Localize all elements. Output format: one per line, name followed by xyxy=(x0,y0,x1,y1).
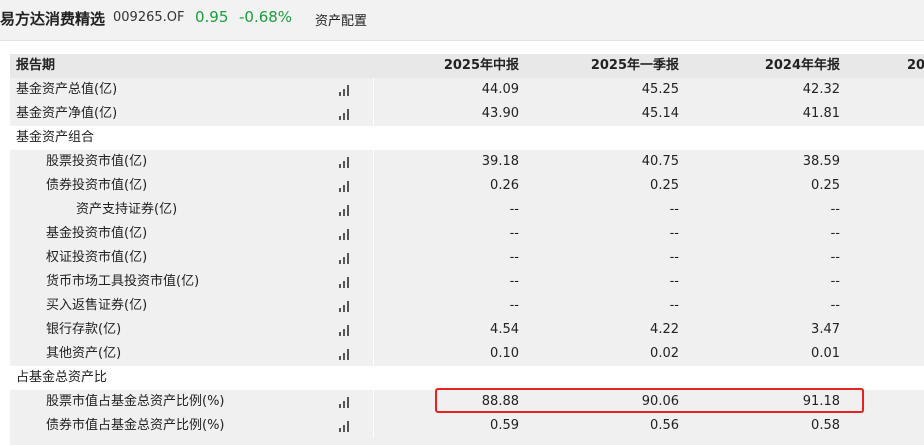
table-section-row: 占基金总资产比 xyxy=(10,366,924,390)
bar-chart-icon[interactable] xyxy=(339,109,351,120)
bar-chart-icon[interactable] xyxy=(339,181,351,192)
bar-chart-icon[interactable] xyxy=(339,85,351,96)
table-cell: -- xyxy=(830,298,840,313)
table-cell: -- xyxy=(509,298,519,313)
bar-chart-icon[interactable] xyxy=(339,253,351,264)
row-label: 基金资产总值(亿) xyxy=(16,82,118,97)
fund-name: 易方达消费精选 xyxy=(0,10,106,28)
table-row: 银行存款(亿) 4.54 4.22 3.47 xyxy=(10,318,924,342)
section-label: 占基金总资产比 xyxy=(16,370,108,385)
table-cell: -- xyxy=(830,226,840,241)
table-cell: -- xyxy=(669,250,679,265)
table-section-row: 基金资产组合 xyxy=(10,126,924,150)
table-row-partial xyxy=(10,438,924,445)
table-cell: -- xyxy=(669,298,679,313)
table-cell: 0.25 xyxy=(811,178,840,193)
row-label: 买入返售证券(亿) xyxy=(46,298,148,313)
table-cell: 0.59 xyxy=(490,418,519,433)
column-header-2025-interim[interactable]: 2025年中报 xyxy=(373,54,519,78)
row-label: 资产支持证券(亿) xyxy=(76,202,178,217)
column-header-period: 报告期 xyxy=(16,58,56,73)
table-cell: 0.58 xyxy=(811,418,840,433)
table-cell: -- xyxy=(509,274,519,289)
table-row: 买入返售证券(亿) -- -- -- xyxy=(10,294,924,318)
table-cell: 38.59 xyxy=(802,154,840,169)
fund-change: -0.68% xyxy=(239,8,293,26)
row-label: 股票投资市值(亿) xyxy=(46,154,148,169)
table-cell: 0.01 xyxy=(811,346,840,361)
highlight-box xyxy=(435,388,864,413)
table-cell: 45.14 xyxy=(641,106,679,121)
row-label: 股票市值占基金总资产比例(%) xyxy=(46,394,225,409)
table-cell: 4.54 xyxy=(490,322,519,337)
table-cell: -- xyxy=(509,226,519,241)
table-row: 基金投资市值(亿) -- -- -- xyxy=(10,222,924,246)
row-label: 债券市值占基金总资产比例(%) xyxy=(46,418,225,433)
row-label: 权证投资市值(亿) xyxy=(46,250,148,265)
row-label: 其他资产(亿) xyxy=(46,346,122,361)
table-cell: -- xyxy=(509,202,519,217)
table-cell: 0.02 xyxy=(650,346,679,361)
table-cell: -- xyxy=(669,274,679,289)
bar-chart-icon[interactable] xyxy=(339,229,351,240)
table-header-row: 报告期 2025年中报 2025年一季报 2024年年报 20 xyxy=(10,54,924,78)
table-row: 债券市值占基金总资产比例(%) 0.59 0.56 0.58 xyxy=(10,414,924,438)
table-row: 基金资产总值(亿) 44.09 45.25 42.32 xyxy=(10,78,924,102)
table-row: 货币市场工具投资市值(亿) -- -- -- xyxy=(10,270,924,294)
table-cell: 43.90 xyxy=(481,106,519,121)
bar-chart-icon[interactable] xyxy=(339,205,351,216)
asset-allocation-table: 报告期 2025年中报 2025年一季报 2024年年报 20 基金资产总值(亿… xyxy=(10,54,924,445)
column-header-2025-q1[interactable]: 2025年一季报 xyxy=(519,54,679,78)
table-cell: 42.32 xyxy=(802,82,840,97)
table-cell: -- xyxy=(830,274,840,289)
bar-chart-icon[interactable] xyxy=(339,421,351,432)
table-cell: 0.26 xyxy=(490,178,519,193)
table-cell: -- xyxy=(830,202,840,217)
row-label: 基金资产净值(亿) xyxy=(16,106,118,121)
bar-chart-icon[interactable] xyxy=(339,349,351,360)
fund-nav: 0.95 xyxy=(195,8,229,26)
table-cell: 45.25 xyxy=(641,82,679,97)
table-cell: 39.18 xyxy=(481,154,519,169)
bar-chart-icon[interactable] xyxy=(339,277,351,288)
table-cell: 0.10 xyxy=(490,346,519,361)
bar-chart-icon[interactable] xyxy=(339,325,351,336)
column-header-partial[interactable]: 20 xyxy=(907,54,924,78)
section-label: 基金资产组合 xyxy=(16,130,95,145)
row-label: 基金投资市值(亿) xyxy=(46,226,148,241)
row-label: 银行存款(亿) xyxy=(46,322,122,337)
table-row: 权证投资市值(亿) -- -- -- xyxy=(10,246,924,270)
table-row: 基金资产净值(亿) 43.90 45.14 41.81 xyxy=(10,102,924,126)
table-cell: 0.56 xyxy=(650,418,679,433)
table-row: 债券投资市值(亿) 0.26 0.25 0.25 xyxy=(10,174,924,198)
table-cell: -- xyxy=(830,250,840,265)
table-cell: 4.22 xyxy=(650,322,679,337)
row-label: 债券投资市值(亿) xyxy=(46,178,148,193)
table-row: 股票投资市值(亿) 39.18 40.75 38.59 xyxy=(10,150,924,174)
table-cell: 41.81 xyxy=(802,106,840,121)
table-cell: 3.47 xyxy=(811,322,840,337)
table-row: 其他资产(亿) 0.10 0.02 0.01 xyxy=(10,342,924,366)
bar-chart-icon[interactable] xyxy=(339,397,351,408)
table-cell: 44.09 xyxy=(481,82,519,97)
bar-chart-icon[interactable] xyxy=(339,301,351,312)
fund-code: 009265.OF xyxy=(113,10,185,25)
fund-header: 易方达消费精选 009265.OF 0.95 -0.68% 资产配置 xyxy=(0,0,924,41)
table-cell: 0.25 xyxy=(650,178,679,193)
table-cell: -- xyxy=(509,250,519,265)
bar-chart-icon[interactable] xyxy=(339,157,351,168)
table-cell: 40.75 xyxy=(641,154,679,169)
table-cell: -- xyxy=(669,226,679,241)
tab-asset-allocation[interactable]: 资产配置 xyxy=(315,10,367,29)
column-header-2024-annual[interactable]: 2024年年报 xyxy=(679,54,840,78)
table-cell: -- xyxy=(669,202,679,217)
row-label: 货币市场工具投资市值(亿) xyxy=(46,274,200,289)
table-row: 资产支持证券(亿) -- -- -- xyxy=(10,198,924,222)
